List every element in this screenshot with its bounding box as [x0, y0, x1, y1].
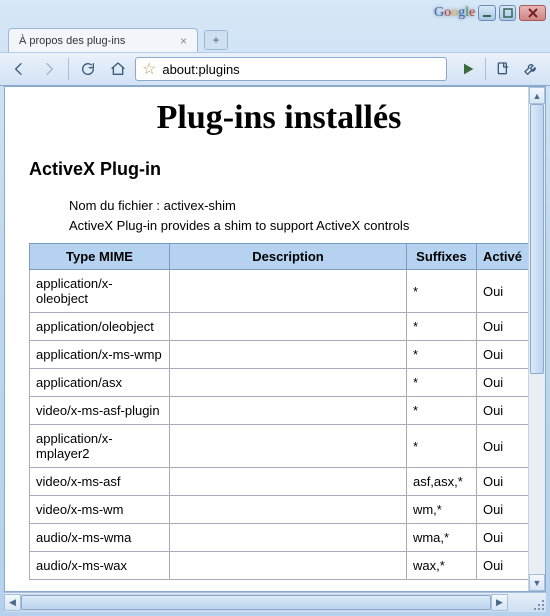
cell-mime: audio/x-ms-wax [30, 552, 170, 580]
table-row: application/oleobject *Oui [30, 313, 529, 341]
cell-desc [170, 270, 407, 313]
bookmark-star-icon[interactable]: ☆ [142, 59, 156, 79]
minimize-button[interactable] [478, 5, 496, 21]
cell-desc [170, 341, 407, 369]
col-suffix: Suffixes [406, 244, 476, 270]
hscroll-track[interactable] [21, 594, 491, 611]
cell-enabled: Oui [476, 270, 528, 313]
browser-tab[interactable]: À propos des plug-ins × [8, 28, 198, 52]
cell-desc [170, 468, 407, 496]
plus-icon: + [212, 33, 219, 47]
cell-suffix: wma,* [406, 524, 476, 552]
cell-desc [170, 425, 407, 468]
filename-line: Nom du fichier : activex-shim [69, 196, 529, 216]
google-logo: Google [434, 5, 475, 21]
cell-suffix: * [406, 270, 476, 313]
page-title: Plug-ins installés [29, 99, 529, 137]
cell-enabled: Oui [476, 313, 528, 341]
cell-suffix: wax,* [406, 552, 476, 580]
cell-mime: audio/x-ms-wma [30, 524, 170, 552]
cell-suffix: * [406, 425, 476, 468]
cell-mime: application/oleobject [30, 313, 170, 341]
forward-button[interactable] [36, 57, 62, 81]
cell-suffix: wm,* [406, 496, 476, 524]
cell-enabled: Oui [476, 468, 528, 496]
back-button[interactable] [6, 57, 32, 81]
cell-mime: video/x-ms-wm [30, 496, 170, 524]
go-button[interactable] [455, 57, 481, 81]
table-row: application/x-oleobject *Oui [30, 270, 529, 313]
scroll-left-icon[interactable]: ◀ [4, 594, 21, 611]
cell-mime: application/x-ms-wmp [30, 341, 170, 369]
window-title-bar: Google [0, 0, 550, 26]
toolbar: ☆ [0, 52, 550, 86]
home-button[interactable] [105, 57, 131, 81]
scroll-up-icon[interactable]: ▲ [529, 87, 545, 104]
cell-enabled: Oui [476, 397, 528, 425]
page-menu-button[interactable] [490, 57, 516, 81]
cell-desc [170, 369, 407, 397]
cell-desc [170, 496, 407, 524]
content-wrap: Plug-ins installés ActiveX Plug-in Nom d… [4, 86, 546, 592]
plugin-heading: ActiveX Plug-in [29, 159, 529, 180]
cell-enabled: Oui [476, 425, 528, 468]
tab-strip: À propos des plug-ins × + [0, 26, 550, 52]
address-bar[interactable]: ☆ [135, 57, 447, 81]
scroll-down-icon[interactable]: ▼ [529, 574, 545, 591]
cell-enabled: Oui [476, 369, 528, 397]
cell-enabled: Oui [476, 524, 528, 552]
col-mime: Type MIME [30, 244, 170, 270]
table-row: audio/x-ms-wma wma,*Oui [30, 524, 529, 552]
cell-mime: application/x-oleobject [30, 270, 170, 313]
scroll-track[interactable] [529, 104, 545, 574]
scroll-thumb[interactable] [530, 104, 544, 374]
reload-button[interactable] [75, 57, 101, 81]
new-tab-button[interactable]: + [204, 30, 228, 50]
separator [485, 58, 486, 80]
cell-suffix: * [406, 341, 476, 369]
viewport: Plug-ins installés ActiveX Plug-in Nom d… [5, 87, 545, 591]
table-row: application/asx *Oui [30, 369, 529, 397]
url-input[interactable] [162, 62, 440, 77]
description-line: ActiveX Plug-in provides a shim to suppo… [69, 216, 529, 236]
horizontal-scrollbar[interactable]: ◀ ▶ [4, 594, 508, 611]
plugin-meta: Nom du fichier : activex-shim ActiveX Pl… [69, 196, 529, 235]
cell-desc [170, 524, 407, 552]
hscroll-thumb[interactable] [21, 595, 491, 610]
table-row: audio/x-ms-wax wax,*Oui [30, 552, 529, 580]
cell-suffix: * [406, 369, 476, 397]
vertical-scrollbar[interactable]: ▲ ▼ [528, 87, 545, 591]
tab-title: À propos des plug-ins [19, 35, 125, 47]
cell-desc [170, 552, 407, 580]
table-row: video/x-ms-wm wm,*Oui [30, 496, 529, 524]
cell-enabled: Oui [476, 552, 528, 580]
table-row: video/x-ms-asf asf,asx,*Oui [30, 468, 529, 496]
cell-enabled: Oui [476, 341, 528, 369]
plugins-table: Type MIME Description Suffixes Activé ap… [29, 243, 529, 580]
cell-mime: application/asx [30, 369, 170, 397]
cell-desc [170, 397, 407, 425]
cell-mime: video/x-ms-asf-plugin [30, 397, 170, 425]
cell-desc [170, 313, 407, 341]
wrench-menu-button[interactable] [518, 57, 544, 81]
table-row: application/x-ms-wmp *Oui [30, 341, 529, 369]
col-enabled: Activé [476, 244, 528, 270]
cell-suffix: * [406, 397, 476, 425]
cell-enabled: Oui [476, 496, 528, 524]
resize-grip-icon[interactable] [530, 596, 544, 610]
cell-mime: video/x-ms-asf [30, 468, 170, 496]
col-desc: Description [170, 244, 407, 270]
close-button[interactable] [519, 5, 546, 21]
page-body: Plug-ins installés ActiveX Plug-in Nom d… [5, 87, 545, 588]
table-row: application/x-mplayer2 *Oui [30, 425, 529, 468]
separator [68, 58, 69, 80]
tab-close-icon[interactable]: × [180, 34, 187, 48]
scroll-right-icon[interactable]: ▶ [491, 594, 508, 611]
cell-suffix: * [406, 313, 476, 341]
table-row: video/x-ms-asf-plugin *Oui [30, 397, 529, 425]
maximize-button[interactable] [499, 5, 517, 21]
status-bar: ◀ ▶ [4, 592, 546, 612]
cell-suffix: asf,asx,* [406, 468, 476, 496]
cell-mime: application/x-mplayer2 [30, 425, 170, 468]
